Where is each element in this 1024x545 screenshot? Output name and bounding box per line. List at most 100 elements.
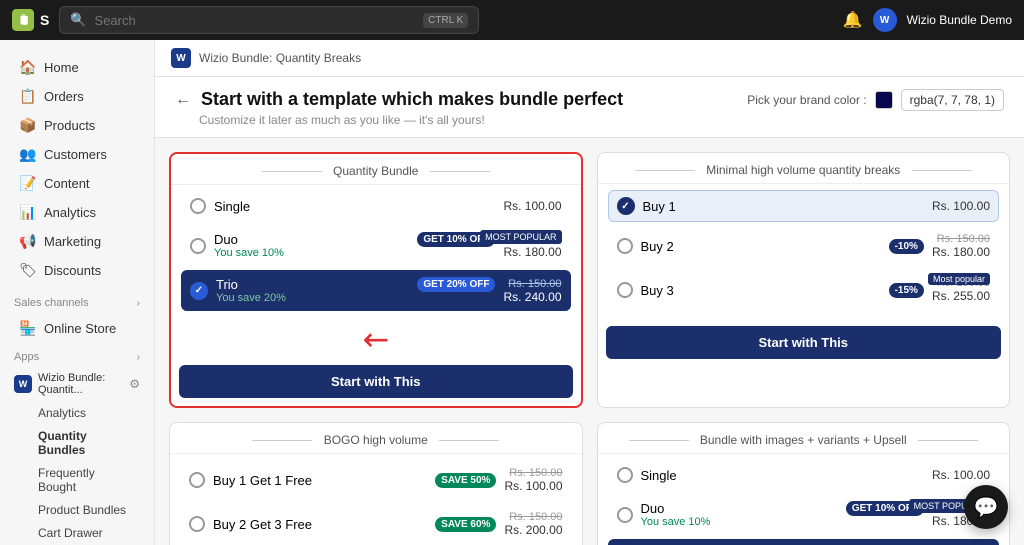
page-subtitle: Customize it later as much as you like —…: [175, 113, 623, 127]
color-value[interactable]: rgba(7, 7, 78, 1): [901, 89, 1004, 111]
sidebar-item-orders[interactable]: 📋 Orders: [6, 82, 148, 110]
shopify-bag-icon: [12, 9, 34, 31]
row-name-trio: Trio: [216, 277, 411, 292]
sidebar-sub-cart-drawer[interactable]: Cart Drawer: [24, 522, 148, 544]
bundle-row-duo[interactable]: Duo GET 10% OFF You save 10% Rs. 150.00 …: [181, 225, 571, 266]
analytics-icon: 📊: [20, 204, 36, 220]
store-name: Wizio Bundle Demo: [907, 13, 1012, 27]
row-group-buy3: Buy 3 -15%: [641, 283, 924, 298]
apps-expand-icon[interactable]: ›: [137, 352, 140, 363]
bundle-row-buy1get1[interactable]: Buy 1 Get 1 Free SAVE 50% Rs. 150.00 Rs.…: [180, 460, 572, 500]
badge-buy2: -10%: [889, 239, 924, 254]
template-card-minimal-high-volume: Minimal high volume quantity breaks Buy …: [597, 152, 1011, 408]
price-buy1: Rs. 100.00: [932, 199, 990, 213]
row-group-buy2: Buy 2 -10%: [641, 239, 924, 254]
price-single-img: Rs. 100.00: [932, 468, 990, 482]
start-with-this-button-quantity[interactable]: Start with This: [179, 365, 573, 398]
arrow-section: ↗: [171, 321, 581, 359]
sidebar-sub-analytics[interactable]: Analytics: [24, 402, 148, 424]
current-price-single-img: Rs. 100.00: [932, 468, 990, 482]
bundle-row-single-img[interactable]: Single Rs. 100.00: [608, 460, 1000, 490]
row-group-single: Single: [214, 199, 495, 214]
bundle-row-duo-img[interactable]: Duo GET 10% OFF You save 10% Rs. 150.00 …: [608, 494, 1000, 535]
price-single: Rs. 100.00: [503, 199, 561, 213]
brand-color-label: Pick your brand color :: [747, 93, 866, 107]
sidebar-item-marketing[interactable]: 📢 Marketing: [6, 227, 148, 255]
sidebar-item-wizio[interactable]: W Wizio Bundle: Quantit... ⚙: [0, 367, 154, 401]
original-price-trio: Rs. 150.00: [503, 278, 561, 290]
products-icon: 📦: [20, 117, 36, 133]
most-popular-badge-buy3: Most popular: [928, 273, 990, 285]
bundle-rows-images: Single Rs. 100.00 Duo GET 10% OFF: [598, 454, 1010, 545]
back-button[interactable]: ←: [175, 91, 191, 109]
radio-buy3: [617, 282, 633, 298]
page-title: Start with a template which makes bundle…: [201, 89, 623, 110]
current-price-duo: Rs. 180.00: [503, 245, 561, 259]
color-swatch[interactable]: [875, 91, 893, 109]
breadcrumb-text: Wizio Bundle: Quantity Breaks: [199, 51, 361, 65]
sidebar-sub-frequently-bought[interactable]: Frequently Bought: [24, 462, 148, 498]
bundle-row-buy2get3[interactable]: Buy 2 Get 3 Free SAVE 60% Rs. 150.00 Rs.…: [180, 504, 572, 544]
template-grid: Quantity Bundle Single Rs. 100.00: [155, 138, 1024, 545]
sidebar-item-analytics[interactable]: 📊 Analytics: [6, 198, 148, 226]
card-title-bundle-images: Bundle with images + variants + Upsell: [700, 433, 907, 447]
breadcrumb: W Wizio Bundle: Quantity Breaks: [155, 40, 1024, 77]
card-header-bundle-images: Bundle with images + variants + Upsell: [598, 423, 1010, 454]
sidebar-sub-quantity-bundles[interactable]: Quantity Bundles: [24, 425, 148, 461]
sidebar-main-section: 🏠 Home 📋 Orders 📦 Products 👥 Customers 📝…: [0, 48, 154, 289]
chat-button[interactable]: 💬: [964, 485, 1008, 529]
search-bar[interactable]: 🔍 CTRL K: [59, 6, 479, 34]
sidebar-sub-product-bundles[interactable]: Product Bundles: [24, 499, 148, 521]
radio-duo-img: [617, 507, 633, 523]
breadcrumb-icon: W: [171, 48, 191, 68]
search-input[interactable]: [95, 13, 416, 28]
content-icon: 📝: [20, 175, 36, 191]
start-with-this-button-minimal[interactable]: Start with This: [606, 326, 1002, 359]
sidebar-item-products[interactable]: 📦 Products: [6, 111, 148, 139]
page-header: ← Start with a template which makes bund…: [155, 77, 1024, 138]
row-name-duo: Duo: [214, 232, 411, 247]
sidebar-label-analytics: Analytics: [44, 205, 96, 220]
sidebar-item-home[interactable]: 🏠 Home: [6, 53, 148, 81]
keyboard-shortcut: CTRL K: [423, 13, 468, 28]
row-group-buy2get3: Buy 2 Get 3 Free SAVE 60%: [213, 517, 496, 532]
row-name-buy2get3: Buy 2 Get 3 Free: [213, 517, 429, 532]
template-card-bogo: BOGO high volume Buy 1 Get 1 Free SAVE 5…: [169, 422, 583, 545]
sidebar: 🏠 Home 📋 Orders 📦 Products 👥 Customers 📝…: [0, 40, 155, 545]
bundle-rows-quantity: Single Rs. 100.00 Duo GET 10% OFF: [171, 185, 581, 321]
current-price-buy3: Rs. 255.00: [932, 289, 990, 303]
sidebar-item-content[interactable]: 📝 Content: [6, 169, 148, 197]
sidebar-label-discounts: Discounts: [44, 263, 101, 278]
bundle-row-buy3[interactable]: Buy 3 -15% Rs. 150.00 Rs. 255.00 Most po…: [608, 270, 1000, 310]
card-header-minimal: Minimal high volume quantity breaks: [598, 153, 1010, 184]
sidebar-label-online-store: Online Store: [44, 321, 116, 336]
shopify-label: S: [40, 12, 49, 28]
sidebar-item-customers[interactable]: 👥 Customers: [6, 140, 148, 168]
search-icon: 🔍: [70, 12, 86, 28]
sidebar-item-online-store[interactable]: 🏪 Online Store: [6, 314, 148, 342]
settings-gear-icon[interactable]: ⚙: [129, 377, 140, 391]
radio-buy1get1: [189, 472, 205, 488]
current-price-buy1: Rs. 100.00: [932, 199, 990, 213]
expand-icon[interactable]: ›: [137, 298, 140, 309]
bundle-row-buy1[interactable]: Buy 1 Rs. 100.00: [608, 190, 1000, 222]
card-title-bogo: BOGO high volume: [324, 433, 428, 447]
notification-icon[interactable]: 🔔: [843, 10, 863, 30]
bundle-row-buy2[interactable]: Buy 2 -10% Rs. 150.00 Rs. 180.00: [608, 226, 1000, 266]
bundle-row-trio-img[interactable]: Trio GET 20% OFF You save 20% Rs. 150.00…: [608, 539, 1000, 545]
apps-label: Apps ›: [0, 343, 154, 367]
save-text-trio: You save 20%: [216, 292, 495, 304]
check-buy1: [617, 197, 635, 215]
template-card-bundle-images: Bundle with images + variants + Upsell S…: [597, 422, 1011, 545]
bundle-row-single[interactable]: Single Rs. 100.00: [181, 191, 571, 221]
card-header-bogo: BOGO high volume: [170, 423, 582, 454]
bundle-row-trio[interactable]: Trio GET 20% OFF You save 20% Rs. 150.00…: [181, 270, 571, 311]
sidebar-label-home: Home: [44, 60, 79, 75]
shopify-logo: S: [12, 9, 49, 31]
marketing-icon: 📢: [20, 233, 36, 249]
online-store-icon: 🏪: [20, 320, 36, 336]
radio-single: [190, 198, 206, 214]
sidebar-item-discounts[interactable]: 🏷 Discounts: [6, 256, 148, 284]
original-price-buy1get1: Rs. 150.00: [504, 467, 562, 479]
sidebar-label-wizio: Wizio Bundle: Quantit...: [38, 372, 123, 396]
